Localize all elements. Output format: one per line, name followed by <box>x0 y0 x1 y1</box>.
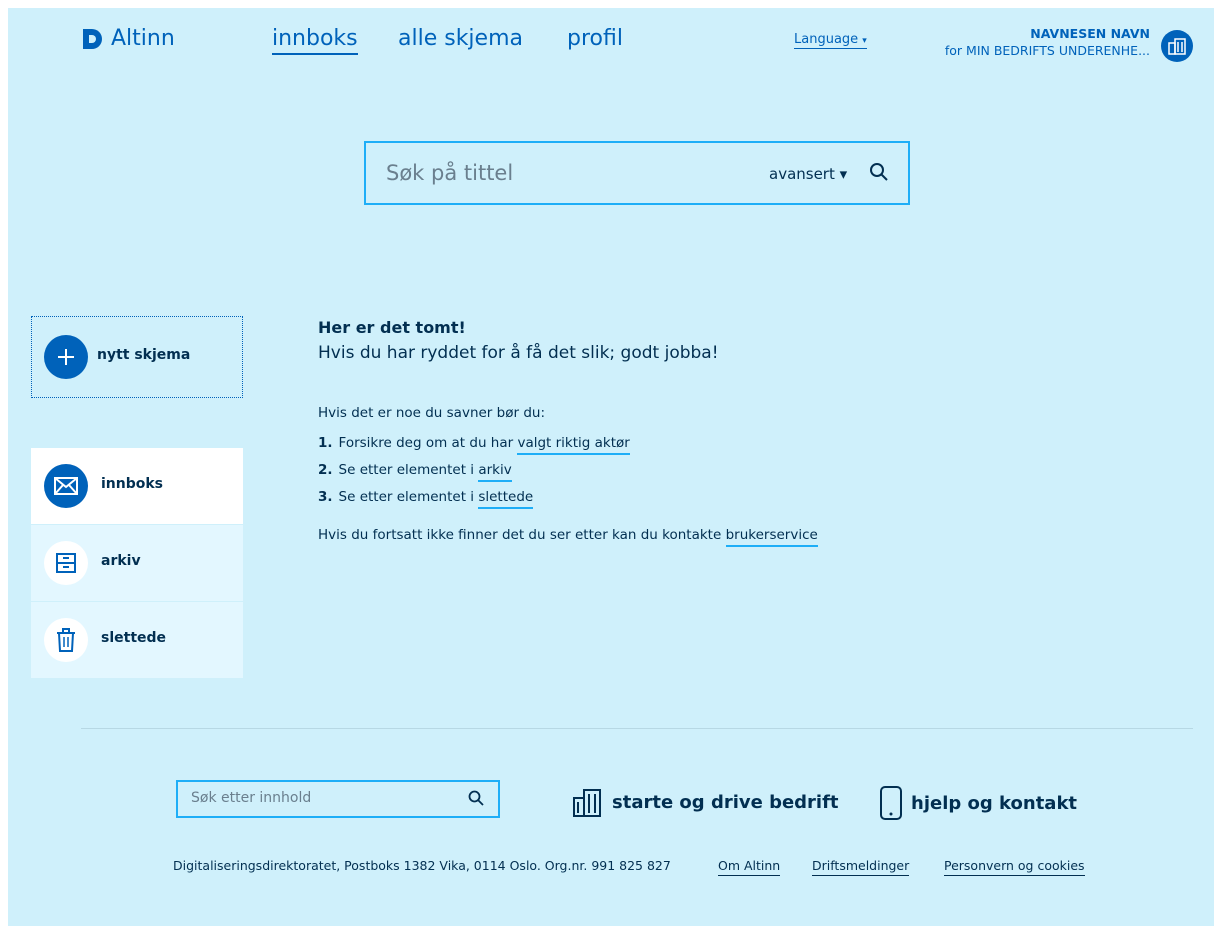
search-icon[interactable] <box>468 790 484 810</box>
footer-address: Digitaliseringsdirektoratet, Postboks 13… <box>173 858 671 873</box>
sidebar-item-slettede[interactable]: slettede <box>31 602 243 679</box>
footer-divider <box>81 728 1193 729</box>
nav-profil[interactable]: profil <box>567 26 623 51</box>
new-form-button[interactable]: nytt skjema <box>31 316 243 398</box>
help-link[interactable]: hjelp og kontakt <box>879 786 1077 820</box>
logo-text: Altinn <box>111 26 175 51</box>
footer-search[interactable]: Søk etter innhold <box>176 780 500 818</box>
search-input[interactable]: Søk på tittel <box>386 161 513 185</box>
sidebar-item-arkiv[interactable]: arkiv <box>31 525 243 602</box>
help-link-label: hjelp og kontakt <box>911 792 1078 814</box>
list-item: 3. Se etter elementet i slettede <box>318 489 1018 509</box>
caret-down-icon: ▾ <box>862 36 867 46</box>
list-item: 2. Se etter elementet i arkiv <box>318 462 1018 482</box>
empty-subtitle: Hvis du har ryddet for å få det slik; go… <box>318 343 719 363</box>
archive-link[interactable]: arkiv <box>478 462 512 482</box>
trash-icon <box>44 618 88 662</box>
empty-title: Her er det tomt! <box>318 318 466 337</box>
nav-innboks[interactable]: innboks <box>272 26 358 55</box>
user-org: for MIN BEDRIFTS UNDERENHE... <box>944 43 1150 58</box>
archive-icon <box>44 541 88 585</box>
contact-text: Hvis du fortsatt ikke finner det du ser … <box>318 527 1018 547</box>
user-name: NAVNESEN NAVN <box>1030 26 1150 41</box>
business-link[interactable]: starte og drive bedrift <box>572 786 839 818</box>
footer-search-input[interactable]: Søk etter innhold <box>191 790 311 806</box>
footer-link-driftsmeldinger[interactable]: Driftsmeldinger <box>812 858 910 876</box>
empty-intro: Hvis det er noe du savner bør du: <box>318 405 545 421</box>
footer-link-personvern[interactable]: Personvern og cookies <box>944 858 1085 876</box>
advanced-search-toggle[interactable]: avansert ▾ <box>769 165 847 183</box>
sidebar-item-innboks[interactable]: innboks <box>31 448 243 525</box>
search-icon[interactable] <box>869 162 889 186</box>
footer-link-om-altinn[interactable]: Om Altinn <box>718 858 781 876</box>
new-form-label: nytt skjema <box>97 347 191 363</box>
language-label: Language <box>794 32 859 47</box>
sidebar-item-label: innboks <box>101 476 164 492</box>
select-actor-link[interactable]: valgt riktig aktør <box>517 435 630 455</box>
building-icon <box>573 789 601 817</box>
envelope-icon <box>44 464 88 508</box>
suggestion-list: 1. Forsikre deg om at du har valgt riktig… <box>318 435 1018 509</box>
sidebar: innboks arkiv slettede <box>31 448 243 679</box>
user-info[interactable]: NAVNESEN NAVN for MIN BEDRIFTS UNDERENHE… <box>945 25 1150 59</box>
building-avatar-icon[interactable] <box>1161 30 1193 62</box>
nav-alle-skjema[interactable]: alle skjema <box>398 26 523 51</box>
altinn-logo-icon <box>83 28 102 49</box>
plus-icon <box>44 335 88 379</box>
title-search[interactable]: Søk på tittel avansert ▾ <box>364 141 910 205</box>
list-item: 1. Forsikre deg om at du har valgt riktig… <box>318 435 1018 455</box>
deleted-link[interactable]: slettede <box>478 489 534 509</box>
altinn-logo[interactable]: Altinn <box>81 26 175 51</box>
user-service-link[interactable]: brukerservice <box>725 527 818 547</box>
sidebar-item-label: slettede <box>101 630 167 646</box>
page: Altinn innboks alle skjema profil Langua… <box>8 8 1214 926</box>
sidebar-item-label: arkiv <box>101 553 141 569</box>
business-link-label: starte og drive bedrift <box>612 791 839 813</box>
empty-inbox-message: Her er det tomt! Hvis du har ryddet for … <box>318 318 1018 547</box>
language-selector[interactable]: Language ▾ <box>794 32 867 49</box>
phone-icon <box>880 786 902 820</box>
